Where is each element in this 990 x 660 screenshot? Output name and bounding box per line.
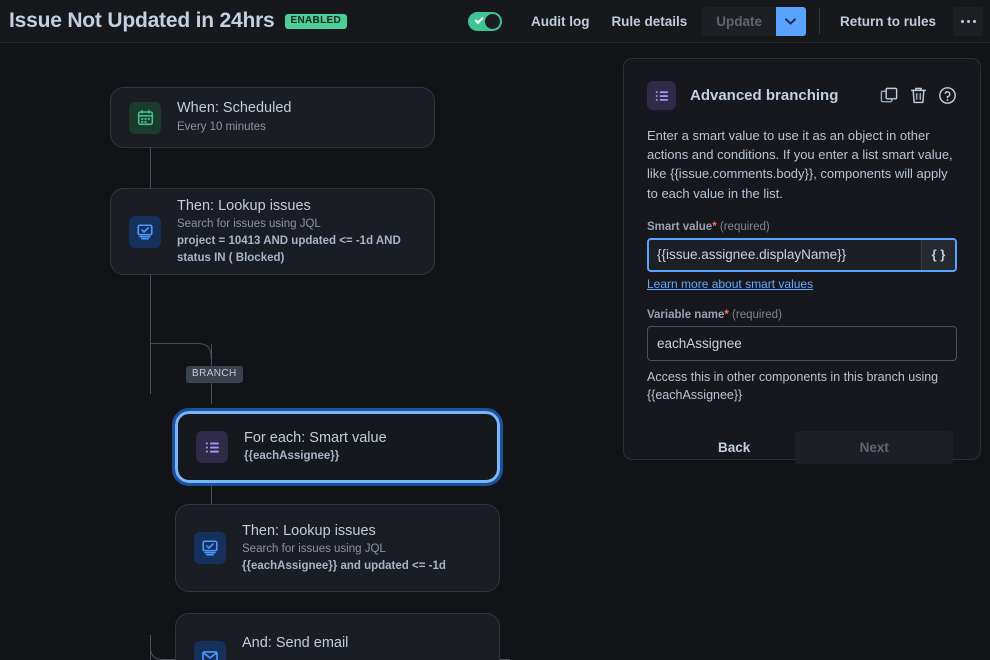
list-icon: [196, 431, 228, 463]
node-title: When: Scheduled: [177, 100, 292, 117]
update-dropdown-button[interactable]: [775, 6, 806, 36]
flow-node-lookup-issues-2[interactable]: Then: Lookup issues Search for issues us…: [175, 504, 500, 592]
delete-icon[interactable]: [909, 86, 928, 105]
smart-value-token-button[interactable]: { }: [921, 239, 955, 270]
panel-description: Enter a smart value to use it as an obje…: [647, 128, 953, 201]
header-divider: [818, 8, 820, 34]
duplicate-icon[interactable]: [880, 86, 899, 105]
flow-node-send-email[interactable]: And: Send email Issue {{issue.key}} need…: [175, 613, 500, 660]
list-icon: [647, 81, 676, 110]
variable-name-label: Variable name* (required): [647, 309, 957, 321]
node-title: Then: Lookup issues: [177, 197, 311, 214]
component-config-panel: Advanced branching Enter a smart value t…: [623, 58, 981, 464]
variable-name-input[interactable]: [647, 325, 957, 361]
update-button-group: Update: [702, 6, 806, 36]
variable-name-help: Access this in other components in this …: [647, 369, 939, 403]
chevron-down-icon: [785, 17, 797, 25]
dot-icon: [966, 19, 970, 23]
node-subtitle: Search for issues using JQL: [177, 218, 321, 231]
page-title: Issue Not Updated in 24hrs: [9, 9, 275, 32]
dot-icon: [960, 19, 964, 23]
connector-corner: [186, 343, 212, 359]
connector-line: [150, 275, 151, 394]
required-asterisk: *: [724, 308, 729, 321]
update-button[interactable]: Update: [702, 6, 776, 36]
node-text: Then: Lookup issues Search for issues us…: [242, 522, 446, 575]
top-header: Issue Not Updated in 24hrs ENABLED Audit…: [0, 0, 990, 43]
node-text: And: Send email Issue {{issue.key}} need…: [242, 634, 444, 660]
smart-value-label: Smart value* (required): [647, 221, 957, 233]
rule-details-button[interactable]: Rule details: [600, 7, 698, 36]
return-to-rules-button[interactable]: Return to rules: [829, 7, 947, 36]
smart-value-input[interactable]: [649, 239, 921, 270]
variable-name-label-text: Variable name: [647, 308, 725, 321]
help-icon[interactable]: [938, 86, 957, 105]
audit-log-button[interactable]: Audit log: [520, 7, 600, 36]
node-subtitle: Every 10 minutes: [177, 120, 266, 133]
flow-node-lookup-issues-1[interactable]: Then: Lookup issues Search for issues us…: [110, 188, 435, 275]
check-icon: [474, 14, 484, 24]
more-options-button[interactable]: [953, 6, 983, 36]
back-button[interactable]: Back: [700, 432, 768, 463]
node-text: When: Scheduled Every 10 minutes: [177, 99, 291, 135]
toggle-knob: [484, 13, 500, 29]
panel-title: Advanced branching: [690, 87, 839, 104]
smart-value-label-text: Smart value: [647, 220, 713, 233]
node-text: Then: Lookup issues Search for issues us…: [177, 197, 416, 267]
node-subtitle: Search for issues using JQL: [242, 543, 386, 556]
header-actions: Audit log Rule details Update Return to …: [467, 0, 990, 42]
lookup-issues-icon: [129, 215, 161, 248]
branch-label: BRANCH: [186, 366, 243, 383]
status-badge: ENABLED: [284, 13, 347, 29]
rule-enabled-toggle[interactable]: [467, 11, 502, 31]
required-note: (required): [719, 220, 770, 233]
panel-header: Advanced branching: [647, 81, 957, 110]
node-text: For each: Smart value {{eachAssignee}}: [244, 429, 387, 465]
calendar-icon: [129, 101, 161, 134]
learn-more-smart-values-link[interactable]: Learn more about smart values: [647, 277, 813, 291]
next-button[interactable]: Next: [795, 430, 954, 464]
envelope-icon: [194, 641, 226, 660]
smart-value-input-wrapper[interactable]: { }: [647, 237, 957, 272]
flow-node-when-scheduled[interactable]: When: Scheduled Every 10 minutes: [110, 87, 435, 148]
panel-actions: [880, 86, 957, 105]
node-smart-value: {{eachAssignee}}: [244, 450, 340, 463]
node-title: And: Send email: [242, 635, 349, 652]
node-title: Then: Lookup issues: [242, 522, 376, 539]
node-title: For each: Smart value: [244, 429, 387, 446]
lookup-issues-icon: [194, 532, 226, 564]
connector-line: [150, 148, 151, 188]
node-jql: {{eachAssignee}} and updated <= -1d: [242, 559, 446, 572]
node-jql: project = 10413 AND updated <= -1d AND s…: [177, 234, 401, 264]
dot-icon: [972, 19, 976, 23]
panel-footer: Back Next: [647, 430, 957, 464]
required-asterisk: *: [712, 220, 717, 233]
required-note: (required): [732, 308, 782, 321]
flow-node-for-each-smart-value[interactable]: For each: Smart value {{eachAssignee}}: [172, 408, 503, 486]
